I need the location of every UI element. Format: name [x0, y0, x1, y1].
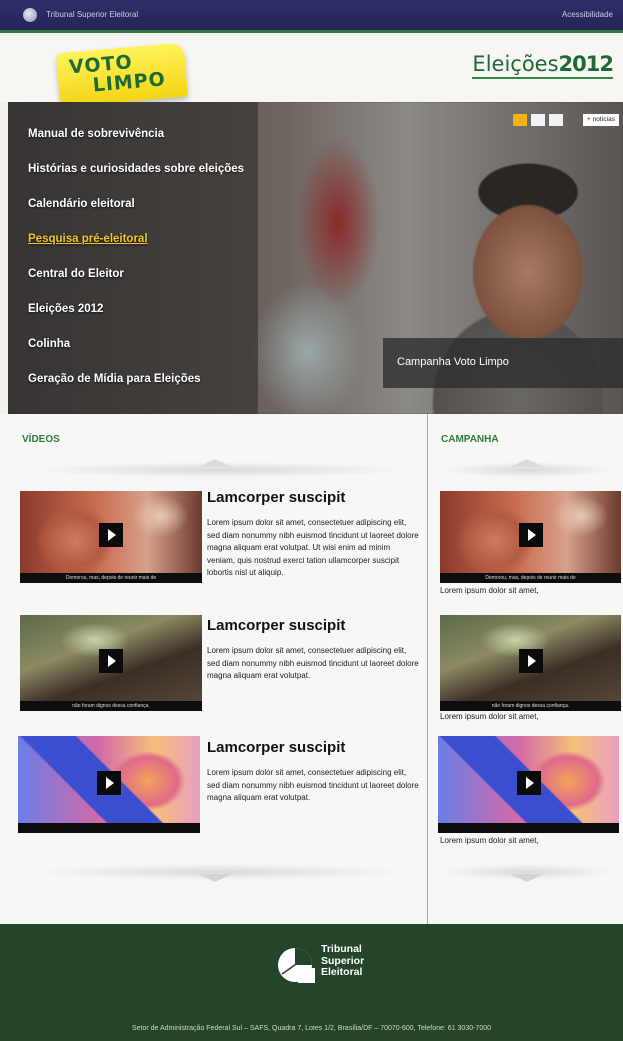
hero-menu-item-2[interactable]: Histórias e curiosidades sobre eleições [8, 163, 258, 198]
campaign-caption-3[interactable]: Lorem ipsum dolor sit amet, [440, 836, 539, 845]
footer: Tribunal Superior Eleitoral Setor de Adm… [0, 924, 623, 1041]
slide-dot-1[interactable] [513, 114, 527, 126]
hero-menu-item-4[interactable]: Pesquisa pré-eleitoral [8, 233, 258, 268]
header: VOTO LIMPO Eleições2012 [0, 36, 623, 108]
video-thumb-3[interactable] [18, 736, 200, 833]
video-subtitle: não foram dignos dessa confiança. [20, 701, 202, 711]
hero-banner: Manual de sobrevivência Histórias e curio… [8, 102, 623, 414]
video-desc-2: Lorem ipsum dolor sit amet, consectetuer… [207, 646, 419, 680]
play-icon[interactable] [516, 770, 541, 795]
slide-dot-2[interactable] [531, 114, 545, 126]
tse-name: Tribunal Superior Eleitoral [321, 943, 364, 979]
campaign-caption-1[interactable]: Lorem ipsum dolor sit amet, [440, 586, 539, 595]
eleicoes-2012-logo[interactable]: Eleições2012 [472, 52, 614, 79]
eleicoes-word: Eleições [472, 52, 559, 76]
video-subtitle: Demorou, mas, depois de reunir mais de [20, 573, 202, 583]
campaign-subtitle: Demorou, mas, depois de reunir mais de [440, 573, 621, 583]
campaign-caption-2[interactable]: Lorem ipsum dolor sit amet, [440, 712, 539, 721]
play-icon[interactable] [97, 770, 121, 795]
eleicoes-year: 2012 [558, 52, 614, 76]
more-news-button[interactable]: + notícias [582, 114, 619, 126]
video-thumb-1[interactable]: Demorou, mas, depois de reunir mais de [20, 491, 202, 583]
campaign-subtitle: não foram dignos dessa confiança. [440, 701, 621, 711]
play-icon[interactable] [99, 649, 123, 673]
video-desc-1: Lorem ipsum dolor sit amet, consectetuer… [207, 518, 419, 577]
hero-menu-item-6[interactable]: Eleições 2012 [8, 303, 258, 338]
campaign-thumb-3[interactable] [438, 736, 619, 833]
videos-title: VÍDEOS [22, 434, 60, 445]
footer-address: Setor de Administração Federal Sul – SAF… [131, 1025, 492, 1032]
top-bar: Tribunal Superior Eleitoral Acessibilida… [0, 0, 623, 33]
hero-menu-item-7[interactable]: Colinha [8, 338, 258, 373]
campaign-scroll-up-icon[interactable] [510, 459, 544, 467]
slide-pager [513, 114, 563, 126]
accessibility-link[interactable]: Acessibilidade [562, 10, 613, 19]
hero-menu: Manual de sobrevivência Histórias e curio… [8, 102, 258, 414]
logo-underline [472, 77, 613, 79]
videos-scroll-up-icon[interactable] [198, 459, 232, 467]
column-divider [427, 414, 428, 924]
campaign-thumb-1[interactable]: Demorou, mas, depois de reunir mais de [440, 491, 621, 583]
voto-limpo-logo[interactable]: VOTO LIMPO [55, 42, 189, 108]
video-desc-3: Lorem ipsum dolor sit amet, consectetuer… [207, 768, 419, 802]
tse-name-line-3: Eleitoral [321, 966, 363, 978]
video-title-2[interactable]: Lamcorper suscipit [207, 617, 345, 634]
hero-caption[interactable]: Campanha Voto Limpo [383, 338, 623, 388]
video-thumb-2[interactable]: não foram dignos dessa confiança. [20, 615, 202, 711]
tse-logo-icon[interactable] [276, 944, 318, 986]
org-link[interactable]: Tribunal Superior Eleitoral [46, 10, 138, 19]
campaign-thumb-2[interactable]: não foram dignos dessa confiança. [440, 615, 621, 711]
play-icon[interactable] [518, 523, 543, 547]
campaign-title: CAMPANHA [441, 434, 499, 445]
play-icon[interactable] [518, 649, 543, 673]
video-title-1[interactable]: Lamcorper suscipit [207, 489, 345, 506]
hero-menu-item-8[interactable]: Geração de Mídia para Eleições [8, 373, 258, 408]
video-subtitle [18, 823, 200, 833]
hero-menu-item-3[interactable]: Calendário eleitoral [8, 198, 258, 233]
hero-menu-item-1[interactable]: Manual de sobrevivência [8, 128, 258, 163]
campaign-scroll-down-icon[interactable] [510, 874, 544, 882]
tse-emblem-icon [23, 8, 37, 22]
slide-dot-3[interactable] [549, 114, 563, 126]
hero-menu-item-5[interactable]: Central do Eleitor [8, 268, 258, 303]
video-title-3[interactable]: Lamcorper suscipit [207, 739, 345, 756]
play-icon[interactable] [99, 523, 123, 547]
campaign-subtitle [438, 823, 619, 833]
tse-name-line-1: Tribunal [321, 943, 362, 955]
videos-scroll-down-icon[interactable] [198, 874, 232, 882]
content-area: VÍDEOS CAMPANHA Demorou, mas, depois de … [0, 414, 623, 924]
